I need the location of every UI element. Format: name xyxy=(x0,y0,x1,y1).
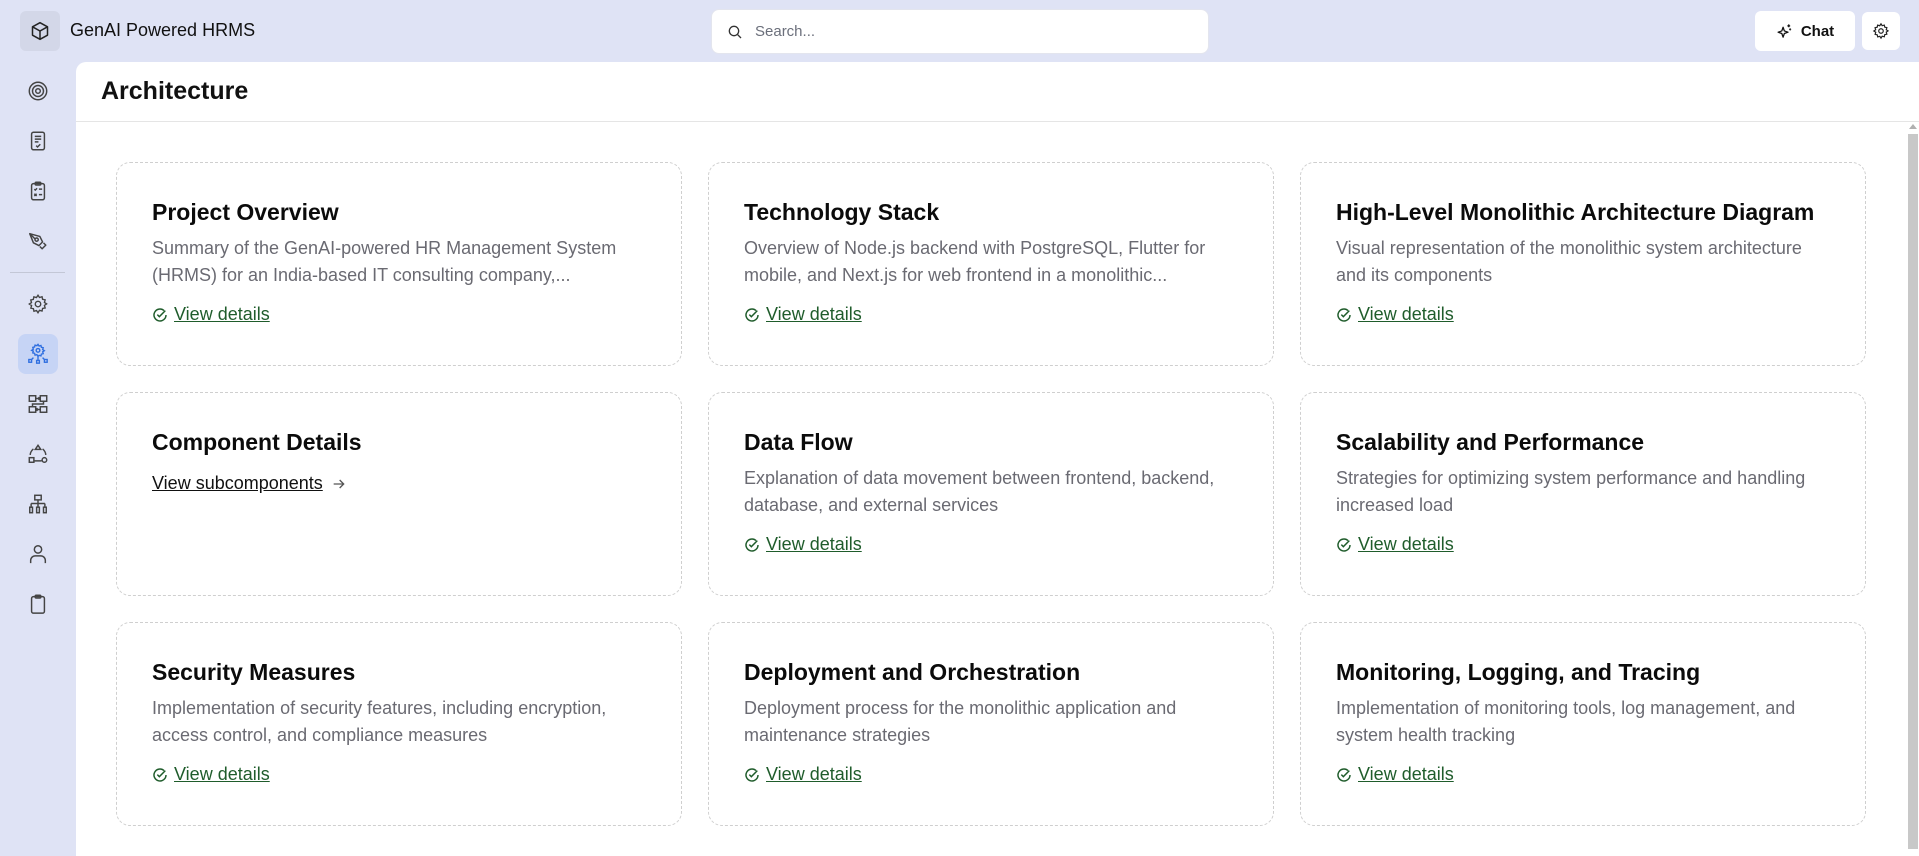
section-card[interactable]: Security Measures Implementation of secu… xyxy=(116,622,682,826)
check-circle-icon xyxy=(745,307,759,322)
view-details-link[interactable]: View details xyxy=(744,764,1238,785)
sidebar-item-organization[interactable] xyxy=(18,484,58,524)
check-circle-icon xyxy=(153,307,167,322)
vertical-scrollbar[interactable] xyxy=(1907,124,1919,856)
view-details-label[interactable]: View details xyxy=(174,304,270,325)
chat-button-label: Chat xyxy=(1800,22,1835,40)
card-description: Visual representation of the monolithic … xyxy=(1336,238,1802,285)
top-bar: GenAI Powered HRMS Chat xyxy=(0,0,1919,62)
shapes-cycle-icon xyxy=(28,443,48,463)
sidebar-item-workflows[interactable] xyxy=(18,384,58,424)
view-subcomponents-label[interactable]: View subcomponents xyxy=(152,473,323,494)
view-details-link[interactable]: View details xyxy=(744,534,1238,555)
search-icon xyxy=(728,25,742,38)
view-details-label[interactable]: View details xyxy=(1358,304,1454,325)
sidebar-item-clipboard[interactable] xyxy=(18,584,58,624)
card-title: Data Flow xyxy=(744,429,853,455)
card-title: High-Level Monolithic Architecture Diagr… xyxy=(1336,199,1815,225)
card-title: Security Measures xyxy=(152,659,356,685)
section-card[interactable]: High-Level Monolithic Architecture Diagr… xyxy=(1300,162,1866,366)
view-details-label[interactable]: View details xyxy=(1358,534,1454,555)
architecture-icon xyxy=(28,343,48,364)
check-circle-icon xyxy=(1337,767,1351,782)
cube-icon xyxy=(31,21,49,41)
section-card[interactable]: Scalability and Performance Strategies f… xyxy=(1300,392,1866,596)
view-details-link[interactable]: View details xyxy=(1336,304,1830,325)
pen-tool-icon xyxy=(29,232,47,250)
view-details-label[interactable]: View details xyxy=(174,764,270,785)
hierarchy-icon xyxy=(29,494,47,514)
card-title: Technology Stack xyxy=(744,199,940,225)
chat-button[interactable]: Chat xyxy=(1755,11,1855,51)
view-details-label[interactable]: View details xyxy=(766,534,862,555)
sidebar-item-design[interactable] xyxy=(18,221,58,261)
section-card[interactable]: Project Overview Summary of the GenAI-po… xyxy=(116,162,682,366)
card-grid: Project Overview Summary of the GenAI-po… xyxy=(116,162,1866,826)
section-card[interactable]: Technology Stack Overview of Node.js bac… xyxy=(708,162,1274,366)
workflow-icon xyxy=(28,395,48,413)
card-description: Strategies for optimizing system perform… xyxy=(1336,468,1806,515)
card-description: Deployment process for the monolithic ap… xyxy=(744,698,1177,745)
view-details-label[interactable]: View details xyxy=(766,764,862,785)
gear-icon xyxy=(28,294,48,314)
sidebar-item-profile[interactable] xyxy=(18,534,58,574)
view-details-link[interactable]: View details xyxy=(1336,764,1830,785)
section-card[interactable]: Data Flow Explanation of data movement b… xyxy=(708,392,1274,596)
check-circle-icon xyxy=(745,767,759,782)
card-title: Deployment and Orchestration xyxy=(744,659,1081,685)
search-input[interactable] xyxy=(755,23,1175,40)
view-details-link[interactable]: View details xyxy=(744,304,1238,325)
scroll-thumb[interactable] xyxy=(1908,134,1918,849)
card-title: Monitoring, Logging, and Tracing xyxy=(1336,659,1701,685)
sparkle-icon xyxy=(1777,23,1792,38)
sidebar-item-architecture[interactable] xyxy=(18,334,58,374)
document-check-icon xyxy=(30,131,46,151)
card-title: Component Details xyxy=(152,429,362,455)
settings-button[interactable] xyxy=(1862,12,1900,50)
page-header: Architecture xyxy=(76,62,1919,122)
card-title: Scalability and Performance xyxy=(1336,429,1645,455)
arrow-right-icon xyxy=(333,479,345,488)
check-circle-icon xyxy=(1337,537,1351,552)
gear-icon xyxy=(1872,22,1890,40)
sidebar-item-tasks[interactable] xyxy=(18,171,58,211)
check-circle-icon xyxy=(1337,307,1351,322)
card-description: Implementation of monitoring tools, log … xyxy=(1336,698,1796,745)
scroll-up-arrow[interactable] xyxy=(1909,124,1917,129)
card-description: Implementation of security features, inc… xyxy=(152,698,607,745)
check-circle-icon xyxy=(745,537,759,552)
clipboard-list-icon xyxy=(30,181,46,201)
sidebar-divider xyxy=(10,272,65,273)
card-description: Summary of the GenAI-powered HR Manageme… xyxy=(152,238,617,285)
clipboard-icon xyxy=(30,594,46,614)
user-icon xyxy=(29,545,47,564)
section-card[interactable]: Deployment and Orchestration Deployment … xyxy=(708,622,1274,826)
sidebar xyxy=(0,62,76,856)
search-bar[interactable] xyxy=(711,9,1209,54)
view-details-link[interactable]: View details xyxy=(152,304,646,325)
card-description: Overview of Node.js backend with Postgre… xyxy=(744,238,1206,285)
main-content: Architecture Project Overview Summary of… xyxy=(76,62,1919,856)
card-description: Explanation of data movement between fro… xyxy=(744,468,1215,515)
sidebar-item-integrations[interactable] xyxy=(18,434,58,474)
section-card[interactable]: Monitoring, Logging, and Tracing Impleme… xyxy=(1300,622,1866,826)
view-details-link[interactable]: View details xyxy=(152,764,646,785)
app-title: GenAI Powered HRMS xyxy=(70,20,256,40)
view-details-label[interactable]: View details xyxy=(766,304,862,325)
view-subcomponents-link[interactable]: View subcomponents xyxy=(152,473,646,494)
page-title: Architecture xyxy=(101,77,249,105)
section-card[interactable]: Component Details View subcomponents xyxy=(116,392,682,596)
app-logo[interactable] xyxy=(20,11,60,51)
sidebar-item-goals[interactable] xyxy=(18,71,58,111)
view-details-link[interactable]: View details xyxy=(1336,534,1830,555)
sidebar-item-settings[interactable] xyxy=(18,284,58,324)
view-details-label[interactable]: View details xyxy=(1358,764,1454,785)
sidebar-item-requirements[interactable] xyxy=(18,121,58,161)
check-circle-icon xyxy=(153,767,167,782)
target-icon xyxy=(28,81,48,101)
card-title: Project Overview xyxy=(152,199,339,225)
